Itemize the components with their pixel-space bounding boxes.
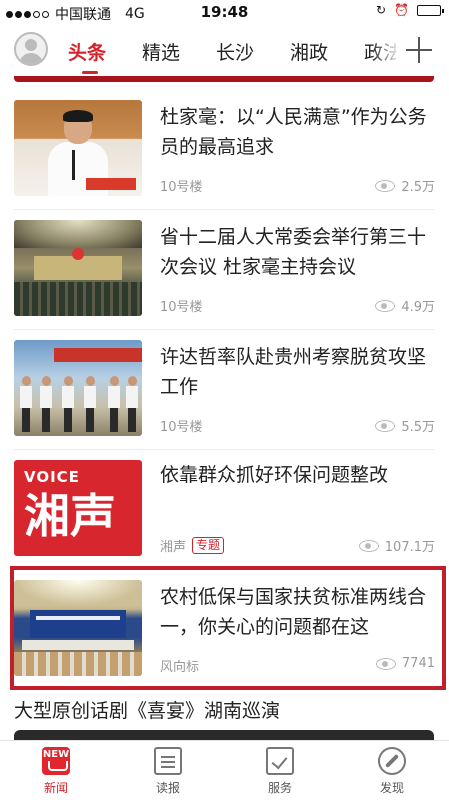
news-title[interactable]: 大型原创话剧《喜宴》湖南巡演 bbox=[14, 696, 280, 723]
divider bbox=[14, 329, 434, 330]
microphone-image bbox=[72, 150, 75, 180]
source-label: 10号楼 bbox=[160, 420, 203, 435]
list-item[interactable]: VOICE 湘声 依靠群众抓好环保问题整改 湘声 专题 107.1万 bbox=[0, 460, 449, 560]
list-item[interactable]: 杜家毫：以“人民满意”作为公务员的最高追求 10号楼 2.5万 bbox=[0, 100, 449, 200]
news-source: 湘声 专题 bbox=[160, 536, 225, 555]
avatar-body-icon bbox=[19, 53, 43, 64]
tabs-fade bbox=[371, 26, 401, 76]
eye-icon bbox=[375, 179, 396, 192]
view-count-label: 4.9万 bbox=[401, 300, 435, 315]
view-count: 107.1万 bbox=[358, 536, 435, 555]
highlight-box bbox=[10, 566, 446, 690]
newspaper-icon bbox=[154, 747, 182, 775]
list-item[interactable]: 许达哲率队赴贵州考察脱贫攻坚工作 10号楼 5.5万 bbox=[0, 340, 449, 440]
tabbar-label: 读报 bbox=[155, 781, 180, 795]
news-source: 10号楼 bbox=[160, 416, 203, 435]
tabbar-item-read[interactable]: 读报 bbox=[138, 747, 198, 796]
eye-icon bbox=[375, 419, 396, 432]
tabbar-item-service[interactable]: 服务 bbox=[250, 747, 310, 796]
news-title: 许达哲率队赴贵州考察脱贫攻坚工作 bbox=[160, 346, 427, 398]
tab-headlines[interactable]: 头条 bbox=[68, 38, 106, 65]
news-title: 省十二届人大常委会举行第三十次会议 杜家毫主持会议 bbox=[160, 226, 427, 278]
eye-icon bbox=[358, 539, 379, 552]
avatar-head-icon bbox=[25, 39, 37, 51]
avatar[interactable] bbox=[14, 32, 48, 66]
check-icon bbox=[266, 747, 294, 775]
emblem-icon bbox=[72, 248, 84, 260]
source-label: 10号楼 bbox=[160, 180, 203, 195]
divider bbox=[14, 209, 434, 210]
view-count-label: 107.1万 bbox=[384, 540, 435, 555]
tabbar-item-discover[interactable]: 发现 bbox=[362, 747, 422, 796]
news-thumbnail bbox=[14, 220, 142, 316]
tab-xiangzheng[interactable]: 湘政 bbox=[290, 38, 328, 65]
view-count-label: 2.5万 bbox=[401, 180, 435, 195]
source-label: 湘声 bbox=[160, 540, 187, 555]
rotation-lock-icon: ↻ bbox=[375, 3, 387, 17]
view-count: 5.5万 bbox=[375, 416, 435, 435]
alarm-icon: ⏰ bbox=[394, 3, 409, 17]
tab-changsha[interactable]: 长沙 bbox=[216, 38, 254, 65]
tabbar-item-news[interactable]: NEW 新闻 bbox=[26, 747, 86, 796]
compass-icon bbox=[378, 747, 406, 775]
topic-tag: 专题 bbox=[192, 537, 225, 554]
nameplate-image bbox=[86, 178, 136, 190]
divider bbox=[14, 449, 434, 450]
news-title: 杜家毫：以“人民满意”作为公务员的最高追求 bbox=[160, 106, 427, 158]
news-thumbnail bbox=[14, 100, 142, 196]
news-icon: NEW bbox=[42, 747, 70, 775]
partial-banner bbox=[14, 730, 434, 740]
battery-icon bbox=[417, 4, 444, 16]
view-count-label: 5.5万 bbox=[401, 420, 435, 435]
thumb-voice-text: VOICE bbox=[24, 468, 80, 486]
view-count: 2.5万 bbox=[375, 176, 435, 195]
view-count: 4.9万 bbox=[375, 296, 435, 315]
add-channel-button[interactable] bbox=[401, 32, 437, 68]
status-right: ↻ ⏰ bbox=[375, 3, 444, 17]
tab-featured[interactable]: 精选 bbox=[142, 38, 180, 65]
news-title: 依靠群众抓好环保问题整改 bbox=[160, 464, 389, 486]
partial-banner bbox=[14, 76, 434, 82]
eye-icon bbox=[375, 299, 396, 312]
top-nav: 头条 精选 长沙 湘政 政法 bbox=[0, 26, 449, 76]
tabbar-label: 发现 bbox=[379, 781, 404, 795]
news-source: 10号楼 bbox=[160, 296, 203, 315]
list-item[interactable]: 省十二届人大常委会举行第三十次会议 杜家毫主持会议 10号楼 4.9万 bbox=[0, 220, 449, 320]
source-label: 10号楼 bbox=[160, 300, 203, 315]
status-bar: 中国联通 4G 19:48 ↻ ⏰ bbox=[0, 0, 449, 26]
bottom-tab-bar: NEW 新闻 读报 服务 发现 bbox=[0, 740, 449, 800]
news-thumbnail bbox=[14, 340, 142, 436]
tabbar-label: 服务 bbox=[267, 781, 292, 795]
news-source: 10号楼 bbox=[160, 176, 203, 195]
news-thumbnail: VOICE 湘声 bbox=[14, 460, 142, 556]
thumb-main-text: 湘声 bbox=[24, 489, 116, 543]
tabbar-label: 新闻 bbox=[43, 781, 68, 795]
channel-tabs: 头条 精选 长沙 湘政 政法 bbox=[56, 26, 396, 76]
active-tab-indicator bbox=[82, 71, 98, 74]
